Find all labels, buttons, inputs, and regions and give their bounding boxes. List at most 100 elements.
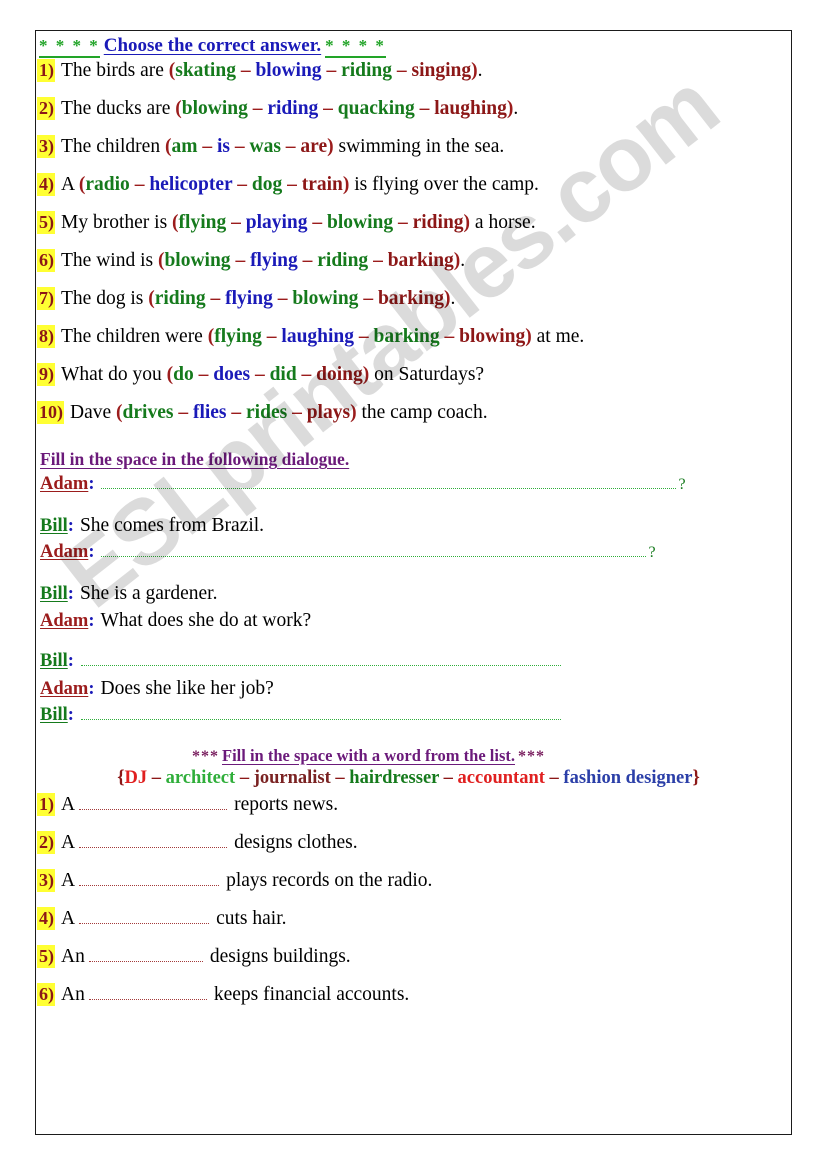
word-bank-item[interactable]: accountant xyxy=(458,768,545,788)
dialogue-text: Does she like her job? xyxy=(100,678,274,699)
option-group: (do – does – did – doing) xyxy=(167,364,370,385)
option-separator: – xyxy=(129,174,150,195)
word-bank-item[interactable]: DJ xyxy=(125,768,148,788)
option-separator: – xyxy=(321,60,342,81)
answer-blank[interactable] xyxy=(80,656,561,666)
option-choice[interactable]: doing xyxy=(316,364,363,385)
option-choice[interactable]: blowing xyxy=(292,288,358,309)
answer-blank[interactable] xyxy=(79,800,228,810)
dialogue-speaker: Adam xyxy=(40,474,89,494)
answer-blank[interactable] xyxy=(80,710,561,720)
dialogue-line: Bill: She is a gardener. xyxy=(40,583,790,610)
item-number: 5) xyxy=(37,945,55,968)
option-separator: – xyxy=(173,402,193,423)
option-separator: – xyxy=(232,174,252,195)
option-choice[interactable]: skating xyxy=(175,60,236,81)
question-tail: the camp coach. xyxy=(356,402,488,423)
option-choice[interactable]: blowing xyxy=(327,212,393,233)
option-choice[interactable]: helicopter xyxy=(149,174,232,195)
option-choice[interactable]: riding xyxy=(267,98,318,119)
option-choice[interactable]: train xyxy=(302,174,343,195)
option-separator: – xyxy=(193,364,214,385)
option-choice[interactable]: barking xyxy=(388,250,454,271)
option-choice[interactable]: flying xyxy=(214,326,262,347)
word-bank-item[interactable]: hairdresser xyxy=(349,768,439,788)
option-separator: – xyxy=(250,364,270,385)
item-number: 4) xyxy=(37,907,55,930)
option-choice[interactable]: plays xyxy=(307,402,350,423)
answer-blank[interactable] xyxy=(79,838,228,848)
option-choice[interactable]: laughing xyxy=(281,326,354,347)
word-bank-item[interactable]: fashion designer xyxy=(563,768,692,788)
question-number: 9) xyxy=(37,363,55,386)
dialogue-colon: : xyxy=(88,474,95,494)
question-row: 5) My brother is (flying – playing – blow… xyxy=(37,211,790,249)
question-tail: at me. xyxy=(531,326,585,347)
option-separator: – xyxy=(296,364,317,385)
option-choice[interactable]: did xyxy=(270,364,297,385)
option-choice[interactable]: flying xyxy=(225,288,273,309)
option-choice[interactable]: riding xyxy=(341,60,392,81)
question-stem: The ducks are xyxy=(61,98,176,119)
option-choice[interactable]: barking xyxy=(374,326,440,347)
option-choice[interactable]: are xyxy=(300,136,327,157)
option-choice[interactable]: rides xyxy=(246,402,287,423)
question-row: 2) The ducks are (blowing – riding – quac… xyxy=(37,97,790,135)
word-bank-separator: – xyxy=(147,768,166,788)
word-bank-open-brace: { xyxy=(117,768,125,788)
option-choice[interactable]: laughing xyxy=(434,98,507,119)
option-separator: – xyxy=(393,212,413,233)
answer-blank[interactable] xyxy=(101,479,677,489)
option-choice[interactable]: am xyxy=(171,136,197,157)
answer-blank[interactable] xyxy=(79,876,220,886)
question-text: My brother is (flying – playing – blowin… xyxy=(61,212,536,234)
option-separator: – xyxy=(287,402,307,423)
section1-heading: * * * * Choose the correct answer. * * * * xyxy=(39,35,790,58)
item-article: A xyxy=(61,908,76,929)
word-bank-item[interactable]: architect xyxy=(166,768,236,788)
option-choice[interactable]: riding xyxy=(317,250,368,271)
section3-stars-right: *** xyxy=(518,748,545,765)
option-choice[interactable]: dog xyxy=(252,174,282,195)
question-stem: The birds are xyxy=(61,60,169,81)
option-choice[interactable]: was xyxy=(249,136,280,157)
item-number: 1) xyxy=(37,793,55,816)
option-choice[interactable]: playing xyxy=(246,212,308,233)
option-choice[interactable]: riding xyxy=(413,212,464,233)
option-choice[interactable]: riding xyxy=(155,288,206,309)
answer-blank[interactable] xyxy=(101,547,647,557)
option-choice[interactable]: blowing xyxy=(182,98,248,119)
option-choice[interactable]: flying xyxy=(179,212,227,233)
option-choice[interactable]: singing xyxy=(412,60,472,81)
answer-blank[interactable] xyxy=(79,914,210,924)
option-choice[interactable]: is xyxy=(217,136,230,157)
option-choice[interactable]: blowing xyxy=(164,250,230,271)
word-bank-item[interactable]: journalist xyxy=(254,768,331,788)
option-separator: – xyxy=(229,136,250,157)
option-choice[interactable]: blowing xyxy=(255,60,321,81)
option-choice[interactable]: radio xyxy=(85,174,129,195)
option-separator: – xyxy=(247,98,268,119)
dialogue-text: She comes from Brazil. xyxy=(79,515,265,536)
option-separator: – xyxy=(272,288,293,309)
option-choice[interactable]: barking xyxy=(378,288,444,309)
question-number: 5) xyxy=(37,211,55,234)
dialogue-line: Adam:? xyxy=(40,474,790,501)
item-article: A xyxy=(61,832,76,853)
option-choice[interactable]: quacking xyxy=(338,98,415,119)
question-tail: swimming in the sea. xyxy=(333,136,505,157)
option-choice[interactable]: do xyxy=(173,364,194,385)
word-bank-separator: – xyxy=(330,768,350,788)
dialogue-line: Bill: xyxy=(40,705,790,732)
option-separator: – xyxy=(392,60,412,81)
answer-blank[interactable] xyxy=(88,952,203,962)
question-text: The ducks are (blowing – riding – quacki… xyxy=(61,98,518,120)
answer-blank[interactable] xyxy=(88,990,207,1000)
option-choice[interactable]: flies xyxy=(193,402,227,423)
question-row: 8) The children were (flying – laughing –… xyxy=(37,325,790,363)
option-choice[interactable]: does xyxy=(213,364,250,385)
option-choice[interactable]: drives xyxy=(123,402,174,423)
option-choice[interactable]: flying xyxy=(250,250,298,271)
dialogue-list: Adam:? Bill: She comes from Brazil. Adam:? B… xyxy=(37,474,790,732)
option-choice[interactable]: blowing xyxy=(459,326,525,347)
